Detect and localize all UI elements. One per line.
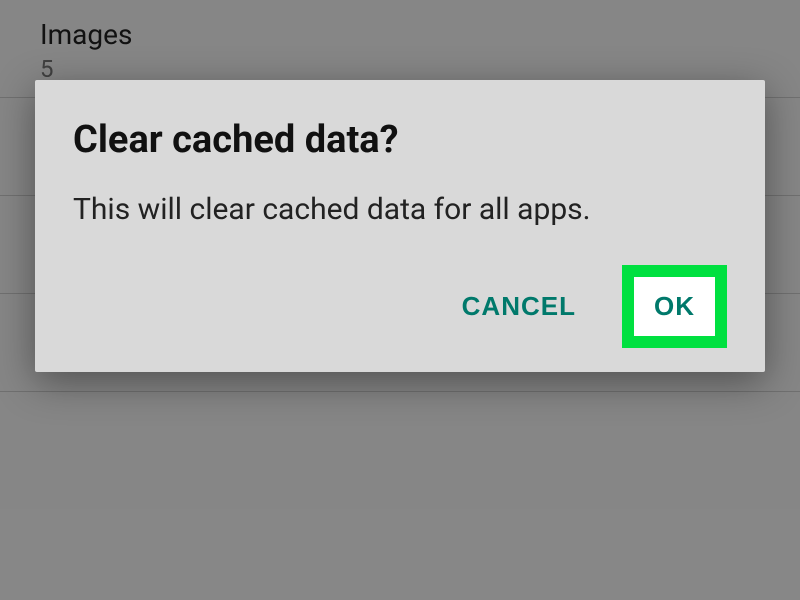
- cancel-button[interactable]: CANCEL: [456, 283, 582, 330]
- ok-highlight-box: OK: [622, 265, 727, 348]
- dialog-actions: CANCEL OK: [73, 265, 727, 348]
- ok-button[interactable]: OK: [654, 291, 695, 322]
- clear-cache-dialog: Clear cached data? This will clear cache…: [35, 80, 765, 372]
- dialog-message: This will clear cached data for all apps…: [73, 190, 727, 231]
- ok-inner-box: OK: [634, 277, 715, 336]
- dialog-title: Clear cached data?: [73, 118, 727, 162]
